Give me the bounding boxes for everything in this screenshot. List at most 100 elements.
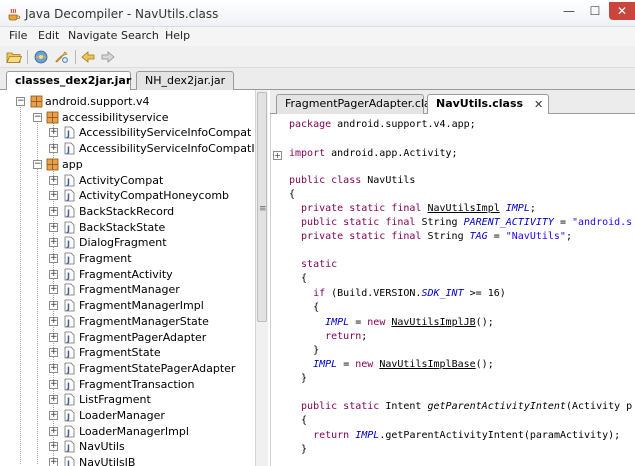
splitter-grip[interactable]: ≡ <box>259 205 267 214</box>
code-line-return-intent: return IMPL.getParentActivityIntent(para… <box>289 430 621 441</box>
svg-text:J: J <box>66 193 70 202</box>
java-file-icon: J <box>64 409 75 422</box>
tree-node[interactable]: + J LoaderManagerImpl <box>0 424 255 440</box>
svg-text:J: J <box>66 428 70 437</box>
maximize-button[interactable]: ☐ <box>584 2 606 20</box>
package-icon <box>46 111 59 124</box>
code-line-brace: } <box>289 444 308 455</box>
tree-node[interactable]: + J BackStackState <box>0 220 255 236</box>
expand-icon[interactable]: + <box>49 238 58 248</box>
menu-navigate[interactable]: Navigate <box>68 29 117 42</box>
expand-icon[interactable]: + <box>49 206 58 216</box>
code-line-impl-field: private static final NavUtilsImpl IMPL; <box>289 203 536 214</box>
tree-node[interactable]: + J AccessibilityServiceInfoCompat <box>0 125 255 141</box>
menu-bar: File Edit Navigate Search Help <box>0 27 635 46</box>
collapse-icon[interactable]: − <box>33 112 42 122</box>
menu-file[interactable]: File <box>9 29 27 42</box>
tree-node[interactable]: + J LoaderManager <box>0 408 255 424</box>
expand-icon[interactable]: + <box>49 175 58 185</box>
expand-icon[interactable]: + <box>49 144 58 154</box>
window-title: Java Decompiler - NavUtils.class <box>25 7 219 21</box>
minimize-button[interactable]: — <box>558 2 580 20</box>
tree-node[interactable]: + J FragmentState <box>0 345 255 361</box>
tree-node[interactable]: + J FragmentActivity <box>0 267 255 283</box>
expand-icon[interactable]: + <box>49 348 58 358</box>
java-file-icon: J <box>64 174 75 186</box>
close-window-button[interactable]: ✕ <box>609 2 635 20</box>
tree-node-label: ListFragment <box>79 393 151 407</box>
expand-icon[interactable]: + <box>49 332 58 342</box>
menu-search[interactable]: Search <box>121 29 159 42</box>
tab-fragment-pager-adapter[interactable]: FragmentPagerAdapter.class <box>276 94 442 114</box>
search-icon[interactable] <box>53 49 69 65</box>
expand-icon[interactable]: + <box>49 458 58 466</box>
tree-node-label: accessibilityservice <box>62 110 169 124</box>
java-file-icon: J <box>64 456 75 466</box>
package-tree: − android.support.v4− accessibilityservice… <box>0 90 268 466</box>
tree-node[interactable]: − app <box>0 157 255 173</box>
code-line-brace: } <box>289 373 308 384</box>
expand-icon[interactable]: + <box>49 395 58 405</box>
forward-arrow-icon[interactable] <box>100 49 116 65</box>
fold-expand-icon[interactable]: + <box>273 151 282 160</box>
expand-icon[interactable]: + <box>49 254 58 263</box>
tab-nh-dex2jar[interactable]: NH_dex2jar.jar <box>136 71 234 91</box>
menu-help[interactable]: Help <box>165 29 190 42</box>
collapse-icon[interactable]: − <box>16 97 25 106</box>
expand-icon[interactable]: + <box>49 301 58 311</box>
package-icon <box>30 95 43 108</box>
tree-node[interactable]: + J AccessibilityServiceInfoCompatIcs <box>0 141 266 157</box>
tree-node[interactable]: + J NavUtilsJB <box>0 455 255 466</box>
svg-text:J: J <box>66 365 70 374</box>
java-file-icon: J <box>64 299 75 312</box>
close-tab-icon[interactable]: ✕ <box>534 98 543 111</box>
tree-node-label: app <box>62 157 83 171</box>
tree-node-label: LoaderManager <box>79 409 165 422</box>
code-line-brace: { <box>289 302 320 313</box>
tree-node[interactable]: + J FragmentPagerAdapter <box>0 330 255 346</box>
expand-icon[interactable]: + <box>49 411 58 420</box>
expand-icon[interactable]: + <box>49 442 58 452</box>
collapse-icon[interactable]: − <box>33 159 42 169</box>
expand-icon[interactable]: + <box>49 363 58 373</box>
menu-edit[interactable]: Edit <box>38 29 59 42</box>
tree-node[interactable]: + J FragmentManager <box>0 282 255 298</box>
back-arrow-icon[interactable] <box>80 49 96 65</box>
java-decompiler-app-icon <box>8 8 21 21</box>
tree-node[interactable]: + J ActivityCompatHoneycomb <box>0 188 255 204</box>
open-type-icon[interactable] <box>33 49 49 65</box>
tree-node[interactable]: + J FragmentTransaction <box>0 377 255 393</box>
java-file-icon: J <box>64 205 75 217</box>
toolbar-separator <box>75 50 76 64</box>
tree-node[interactable]: − accessibilityservice <box>0 110 255 126</box>
expand-icon[interactable]: + <box>49 379 58 389</box>
tree-node[interactable]: − android.support.v4 <box>0 94 255 110</box>
tab-classes-dex2jar[interactable]: classes_dex2jar.jar <box>6 71 131 91</box>
code-view[interactable]: package android.support.v4.app; + import… <box>270 114 635 466</box>
expand-icon[interactable]: + <box>49 316 58 326</box>
tree-node[interactable]: + J Fragment <box>0 251 255 267</box>
svg-text:J: J <box>66 303 70 312</box>
tree-node[interactable]: + J BackStackRecord <box>0 204 255 220</box>
tree-node-label: FragmentTransaction <box>79 377 195 391</box>
tree-node[interactable]: + J ActivityCompat <box>0 173 255 189</box>
tree-node[interactable]: + J DialogFragment <box>0 235 255 251</box>
tree-node[interactable]: + J FragmentManagerState <box>0 314 255 330</box>
tree-scrollbar[interactable]: ≡ <box>255 90 268 466</box>
expand-icon[interactable]: + <box>49 285 58 295</box>
expand-icon[interactable]: + <box>49 128 58 138</box>
tree-node[interactable]: + J NavUtils <box>0 439 255 455</box>
tree-node[interactable]: + J FragmentManagerImpl <box>0 298 255 314</box>
expand-icon[interactable]: + <box>49 222 58 232</box>
open-icon[interactable] <box>6 49 22 65</box>
code-gutter <box>271 114 286 466</box>
java-file-icon: J <box>64 425 75 437</box>
expand-icon[interactable]: + <box>49 191 58 201</box>
java-file-icon: J <box>64 331 75 343</box>
expand-icon[interactable]: + <box>49 426 58 436</box>
tree-node[interactable]: + J ListFragment <box>0 392 255 408</box>
package-icon <box>46 158 59 171</box>
tab-navutils[interactable]: NavUtils.class ✕ <box>427 94 549 114</box>
expand-icon[interactable]: + <box>49 269 58 279</box>
tree-node[interactable]: + J FragmentStatePagerAdapter <box>0 361 255 377</box>
